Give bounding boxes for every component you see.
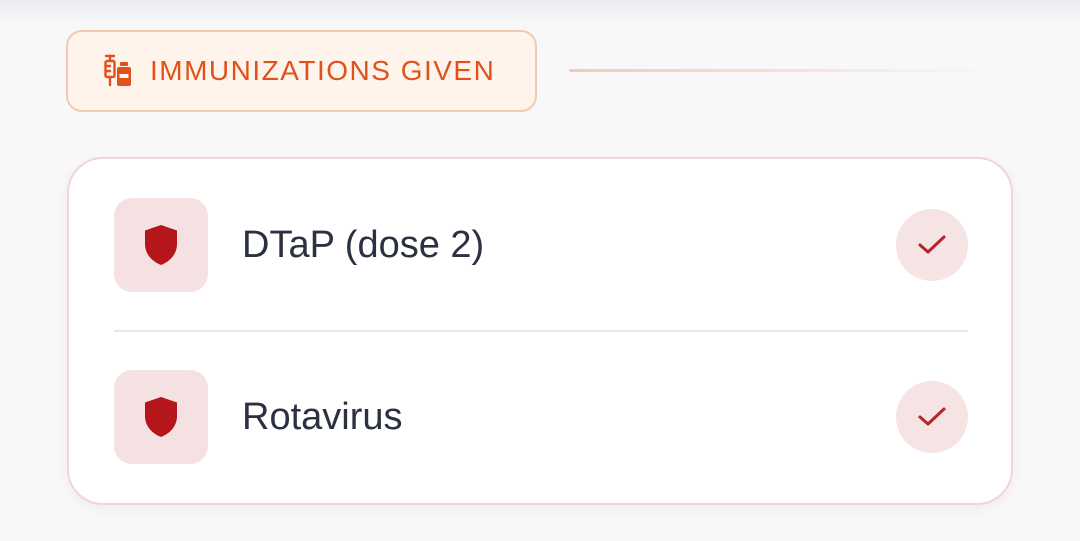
top-shadow bbox=[0, 0, 1080, 22]
check-icon bbox=[896, 209, 968, 281]
immunization-name: Rotavirus bbox=[242, 395, 403, 438]
section-header: IMMUNIZATIONS GIVEN bbox=[66, 30, 1006, 112]
check-icon bbox=[896, 381, 968, 453]
syringe-vial-icon bbox=[98, 51, 138, 91]
immunizations-card: DTaP (dose 2) Rotavirus bbox=[67, 157, 1013, 505]
shield-icon bbox=[114, 198, 208, 292]
section-divider bbox=[569, 69, 999, 72]
immunization-item[interactable]: DTaP (dose 2) bbox=[69, 159, 1015, 332]
section-title: IMMUNIZATIONS GIVEN bbox=[150, 55, 496, 86]
section-title-pill: IMMUNIZATIONS GIVEN bbox=[66, 30, 537, 112]
shield-icon bbox=[114, 370, 208, 464]
immunization-item[interactable]: Rotavirus bbox=[69, 331, 1015, 503]
immunization-name: DTaP (dose 2) bbox=[242, 223, 485, 266]
